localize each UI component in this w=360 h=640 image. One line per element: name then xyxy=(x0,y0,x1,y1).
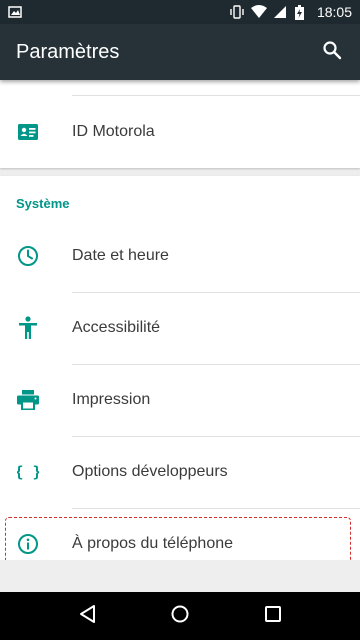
search-button[interactable] xyxy=(320,40,344,64)
navigation-bar xyxy=(0,592,360,640)
recents-button[interactable] xyxy=(249,592,297,640)
info-icon xyxy=(16,532,40,556)
signal-icon xyxy=(273,5,287,19)
recents-icon xyxy=(264,605,282,628)
svg-text:{ }: { } xyxy=(17,463,39,481)
image-notification-icon xyxy=(8,5,22,19)
settings-list[interactable]: ID Motorola Système Date et heure Access… xyxy=(0,80,360,560)
settings-item-accessibility[interactable]: Accessibilité xyxy=(0,292,360,364)
settings-item-label: Accessibilité xyxy=(72,319,161,336)
settings-item-label: ID Motorola xyxy=(72,123,155,140)
home-button[interactable] xyxy=(156,592,204,640)
settings-item-label: Date et heure xyxy=(72,247,169,264)
settings-item-id-motorola[interactable]: ID Motorola xyxy=(0,96,360,168)
settings-item-printing[interactable]: Impression xyxy=(0,364,360,436)
settings-item-label: Impression xyxy=(72,391,151,408)
page-title: Paramètres xyxy=(16,40,120,63)
settings-item-label: À propos du téléphone xyxy=(72,535,234,552)
system-section: Système Date et heure Accessibilité Impr… xyxy=(0,176,360,560)
app-bar: Paramètres xyxy=(0,24,360,80)
settings-item-developer-options[interactable]: { } Options développeurs xyxy=(0,436,360,508)
battery-charging-icon xyxy=(294,5,309,20)
settings-item-date-time[interactable]: Date et heure xyxy=(0,220,360,292)
back-button[interactable] xyxy=(63,592,111,640)
status-bar: 18:05 xyxy=(0,0,360,24)
settings-item-label: Options développeurs xyxy=(72,463,228,480)
back-icon xyxy=(78,604,96,629)
printer-icon xyxy=(16,388,40,412)
vibrate-icon xyxy=(229,5,244,19)
home-icon xyxy=(170,604,190,629)
bottom-strip xyxy=(0,560,360,592)
search-icon xyxy=(322,40,342,65)
clock-icon xyxy=(16,244,40,268)
wifi-icon xyxy=(250,5,267,19)
settings-item-about-phone[interactable]: À propos du téléphone xyxy=(0,508,360,560)
id-card-icon xyxy=(16,120,40,144)
top-card: ID Motorola xyxy=(0,80,360,168)
status-time: 18:05 xyxy=(316,4,352,20)
accessibility-icon xyxy=(16,316,40,340)
braces-icon: { } xyxy=(16,460,40,484)
section-header: Système xyxy=(16,196,70,211)
